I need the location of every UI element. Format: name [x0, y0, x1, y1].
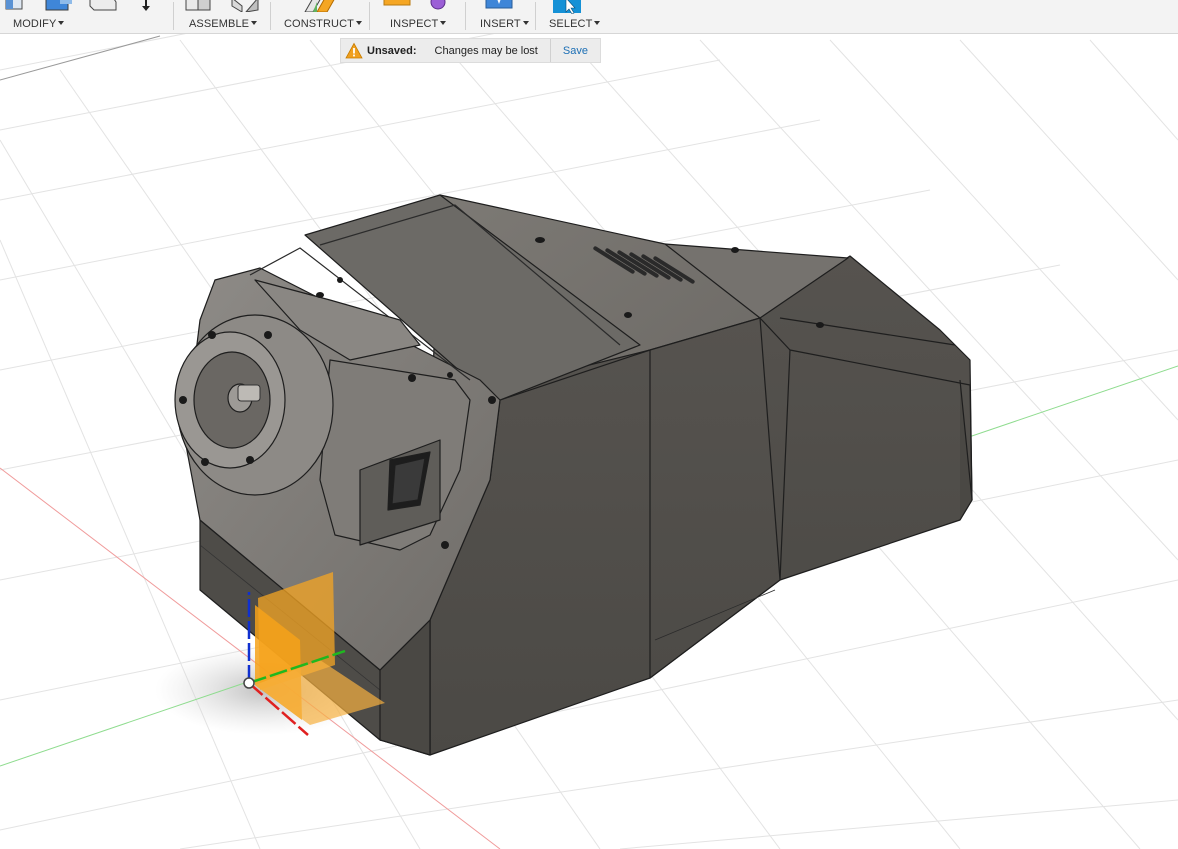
toolbar-divider	[173, 2, 174, 30]
unsaved-status: Unsaved:	[367, 44, 417, 57]
toolbar: MODIFY ASSEMBLE CONSTRUCT INSPECT INSERT…	[0, 0, 1178, 34]
toolbar-group-inspect[interactable]: INSPECT	[374, 0, 462, 33]
insert-icon	[485, 0, 513, 9]
chevron-down-icon	[355, 21, 362, 25]
interference-icon	[430, 0, 446, 10]
move-icon	[142, 0, 150, 11]
chevron-down-icon	[251, 21, 258, 25]
origin-point[interactable]	[243, 677, 255, 689]
toolbar-divider	[465, 2, 466, 30]
chevron-down-icon	[440, 21, 447, 25]
chevron-down-icon	[58, 21, 65, 25]
save-button[interactable]: Save	[551, 45, 600, 57]
shell-icon	[89, 0, 117, 11]
warning-icon	[345, 42, 363, 58]
offset-plane-icon	[304, 0, 335, 12]
new-component-icon	[185, 0, 211, 11]
fillet-icon	[45, 0, 72, 11]
toolbar-group-assemble[interactable]: ASSEMBLE	[178, 0, 270, 33]
toolbar-group-construct[interactable]: CONSTRUCT	[275, 0, 365, 33]
toolbar-group-modify[interactable]: MODIFY	[0, 0, 170, 33]
canvas-viewport[interactable]	[0, 0, 1178, 849]
grid-major	[0, 35, 161, 81]
toolbar-label-modify: MODIFY	[13, 18, 57, 30]
toolbar-group-insert[interactable]: INSERT	[470, 0, 532, 33]
measure-icon	[383, 0, 411, 6]
chevron-down-icon	[594, 21, 601, 25]
toolbar-group-select[interactable]: SELECT	[540, 0, 608, 33]
toolbar-divider	[270, 2, 271, 30]
unsaved-notice: Unsaved: Changes may be lost Save	[340, 38, 601, 63]
toolbar-label-select: SELECT	[549, 18, 593, 30]
toolbar-label-inspect: INSPECT	[390, 18, 439, 30]
chevron-down-icon	[522, 21, 529, 25]
unsaved-message: Changes may be lost	[434, 44, 538, 57]
toolbar-divider	[535, 2, 536, 30]
toolbar-label-construct: CONSTRUCT	[284, 18, 354, 30]
press-pull-icon	[5, 0, 23, 10]
select-cursor-icon	[553, 0, 581, 14]
toolbar-label-insert: INSERT	[480, 18, 521, 30]
toolbar-divider	[369, 2, 370, 30]
toolbar-label-assemble: ASSEMBLE	[189, 18, 250, 30]
joint-icon	[231, 0, 259, 12]
